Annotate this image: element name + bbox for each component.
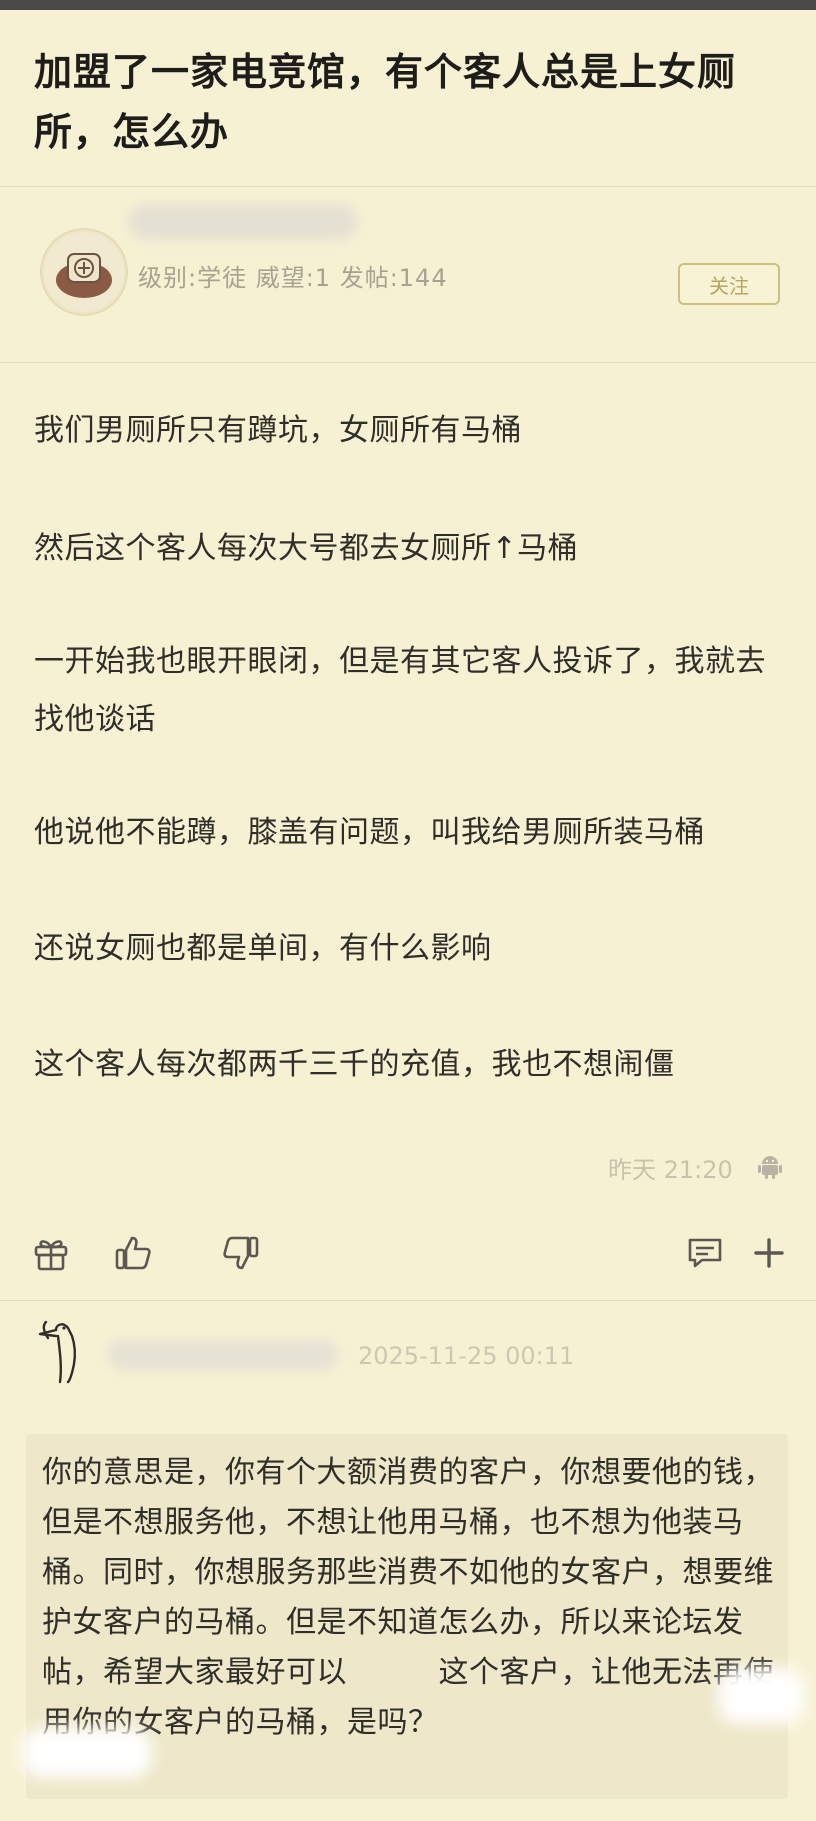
- thumbs-up-icon[interactable]: [112, 1232, 154, 1274]
- redaction-blur: [22, 1728, 152, 1778]
- plus-icon[interactable]: [748, 1232, 790, 1274]
- follow-button[interactable]: 关注: [678, 263, 780, 305]
- post-time: 昨天 21:20: [608, 1156, 733, 1184]
- post-paragraph: 他说他不能蹲，膝盖有问题，叫我给男厕所装马桶: [34, 815, 705, 850]
- author-meta: 级别:学徒 威望:1 发帖:144: [138, 264, 448, 292]
- author-name-blurred: [128, 204, 358, 240]
- title-divider: [0, 186, 816, 187]
- gift-icon[interactable]: [30, 1232, 72, 1274]
- post-paragraph: 一开始我也眼开眼闭，但是有其它客人投诉了，我就去找他谈话: [34, 644, 766, 737]
- action-divider: [0, 1300, 816, 1301]
- post-paragraph: 然后这个客人每次大号都去女厕所↑马桶: [34, 531, 579, 566]
- post-paragraph: 这个客人每次都两千三千的充值，我也不想闹僵: [34, 1047, 675, 1082]
- post-paragraph: 我们男厕所只有蹲坑，女厕所有马桶: [34, 413, 522, 448]
- comment-time: 2025-11-25 00:11: [358, 1342, 575, 1370]
- post-paragraph: 还说女厕也都是单间，有什么影响: [34, 931, 492, 966]
- commenter-name-blurred: [108, 1340, 338, 1370]
- comment-icon[interactable]: [684, 1232, 726, 1274]
- post-title: 加盟了一家电竞馆，有个客人总是上女厕所，怎么办: [34, 50, 737, 154]
- author-avatar[interactable]: [40, 228, 128, 316]
- goose-avatar[interactable]: [34, 1312, 92, 1384]
- android-icon: [758, 1156, 782, 1179]
- comment-text: 你的意思是，你有个大额消费的客户，你想要他的钱，但是不想服务他，不想让他用马桶，…: [42, 1455, 774, 1740]
- status-bar: [0, 0, 816, 10]
- thumbs-down-icon[interactable]: [220, 1232, 262, 1274]
- redaction-blur: [718, 1668, 804, 1724]
- author-divider: [0, 362, 816, 363]
